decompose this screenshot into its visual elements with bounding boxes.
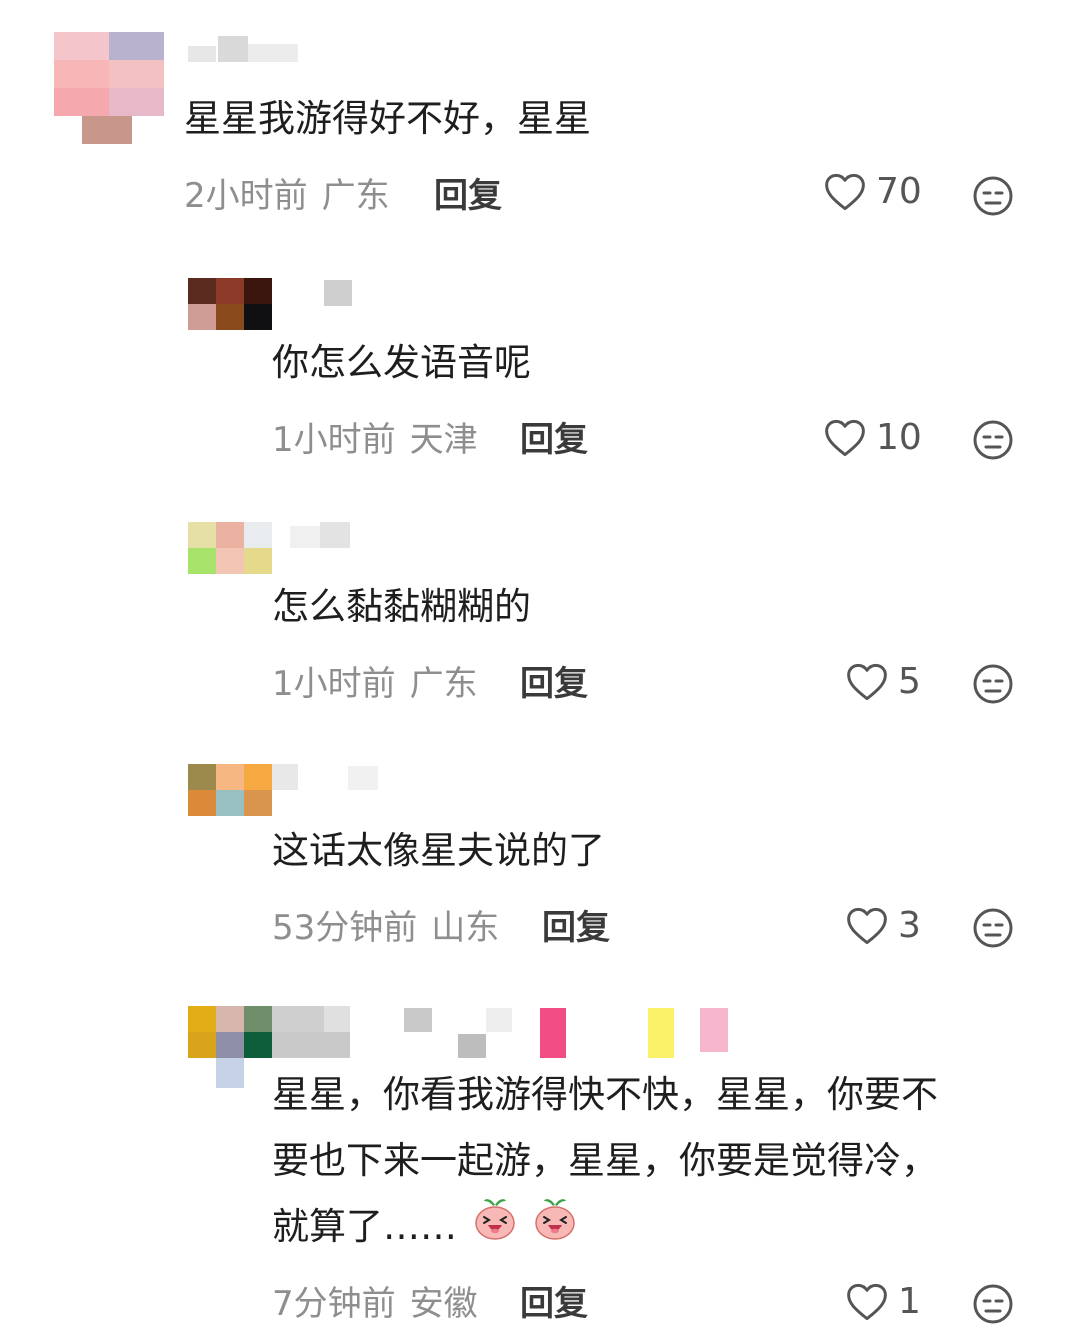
like-count: 10 — [876, 417, 922, 458]
like-button[interactable]: 3 — [846, 906, 921, 946]
heart-outline-icon — [825, 419, 865, 457]
avatar[interactable] — [188, 762, 298, 818]
comment-time: 7分钟前 — [272, 1284, 396, 1324]
username-blurred[interactable] — [346, 764, 380, 792]
dislike-button[interactable] — [972, 175, 1014, 221]
like-button[interactable]: 1 — [846, 1282, 921, 1322]
comment-time: 1小时前 — [272, 420, 396, 460]
neutral-face-icon — [973, 176, 1013, 216]
like-count: 5 — [898, 661, 921, 702]
username-blurred[interactable] — [318, 276, 358, 306]
comment-text: 你怎么发语音呢 — [272, 341, 531, 384]
neutral-face-icon — [973, 420, 1013, 460]
heart-outline-icon — [847, 907, 887, 945]
comment-meta: 1小时前 广东 — [272, 664, 478, 704]
username-blurred[interactable] — [272, 1006, 732, 1058]
username-blurred[interactable] — [290, 520, 354, 550]
comment-text-last-line: 就算了…… — [272, 1194, 577, 1262]
reply-button[interactable]: 回复 — [542, 908, 610, 948]
neutral-face-icon — [973, 1284, 1013, 1324]
reply-button[interactable]: 回复 — [520, 420, 588, 460]
comment-text-line: 就算了…… — [272, 1205, 457, 1248]
comment-text-line: 要也下来一起游，星星，你要是觉得冷， — [272, 1139, 938, 1182]
comment-location: 广东 — [321, 176, 390, 216]
like-button[interactable]: 70 — [824, 172, 922, 212]
reply-button[interactable]: 回复 — [520, 1284, 588, 1324]
comment-text: 星星我游得好不好，星星 — [184, 97, 591, 140]
dislike-button[interactable] — [972, 663, 1014, 709]
neutral-face-icon — [973, 908, 1013, 948]
avatar[interactable] — [188, 270, 272, 332]
comment-meta: 2小时前 广东 — [184, 176, 390, 216]
comment-meta: 53分钟前 山东 — [272, 908, 499, 948]
laughing-peach-emoji-icon — [533, 1195, 577, 1262]
heart-outline-icon — [847, 1283, 887, 1321]
heart-outline-icon — [825, 173, 865, 211]
comment-text: 这话太像星夫说的了 — [272, 829, 605, 872]
comment-time: 2小时前 — [184, 176, 308, 216]
avatar[interactable] — [54, 32, 164, 144]
comment-time: 53分钟前 — [272, 908, 418, 948]
comment-location: 山东 — [431, 908, 500, 948]
like-button[interactable]: 5 — [846, 662, 921, 702]
reply-button[interactable]: 回复 — [520, 664, 588, 704]
like-button[interactable]: 10 — [824, 418, 922, 458]
avatar[interactable] — [188, 1006, 272, 1090]
dislike-button[interactable] — [972, 1283, 1014, 1329]
comment-text: 怎么黏黏糊糊的 — [272, 585, 531, 628]
comment-location: 天津 — [409, 420, 478, 460]
like-count: 1 — [898, 1281, 921, 1322]
comment-text-line: 星星，你看我游得快不快，星星，你要不 — [272, 1073, 938, 1116]
avatar[interactable] — [188, 518, 272, 574]
reply-button[interactable]: 回复 — [434, 176, 502, 216]
like-count: 70 — [876, 171, 922, 212]
dislike-button[interactable] — [972, 907, 1014, 953]
neutral-face-icon — [973, 664, 1013, 704]
username-blurred[interactable] — [188, 36, 300, 64]
comment-time: 1小时前 — [272, 664, 396, 704]
heart-outline-icon — [847, 663, 887, 701]
dislike-button[interactable] — [972, 419, 1014, 465]
comment-meta: 1小时前 天津 — [272, 420, 478, 460]
comment-meta: 7分钟前 安徽 — [272, 1284, 478, 1324]
comment-location: 安徽 — [409, 1284, 478, 1324]
like-count: 3 — [898, 905, 921, 946]
comment-location: 广东 — [409, 664, 478, 704]
laughing-peach-emoji-icon — [473, 1195, 517, 1262]
